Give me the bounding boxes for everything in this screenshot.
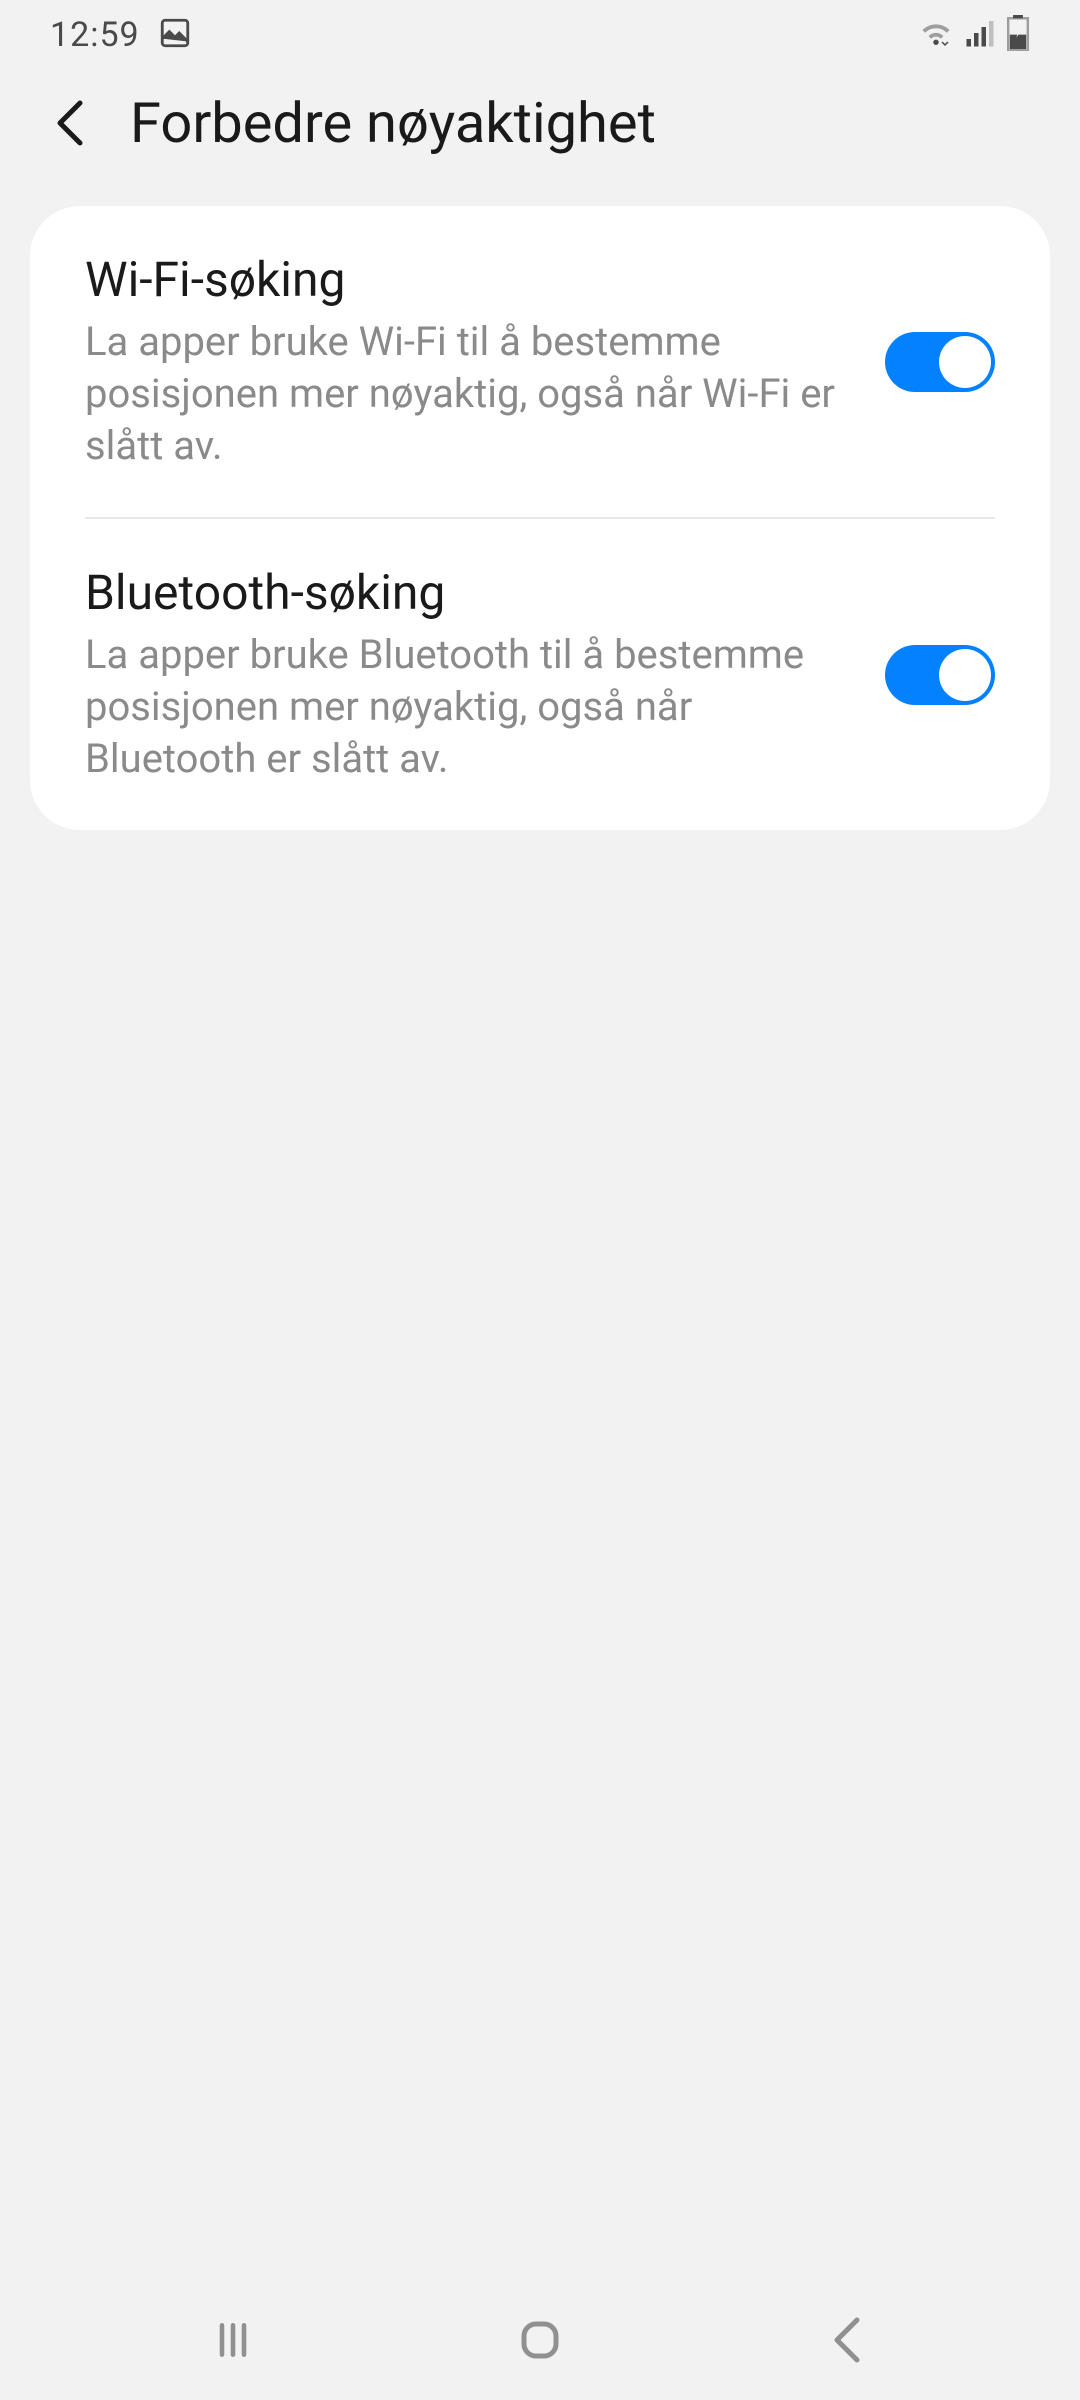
setting-description: La apper bruke Wi-Fi til å bestemme posi… bbox=[85, 316, 845, 472]
home-button[interactable] bbox=[510, 2310, 570, 2370]
back-button[interactable] bbox=[50, 103, 90, 143]
toggle-thumb bbox=[939, 649, 991, 701]
toggle-thumb bbox=[939, 336, 991, 388]
setting-text: Wi-Fi-søking La apper bruke Wi-Fi til å … bbox=[85, 251, 845, 472]
back-nav-button[interactable] bbox=[817, 2310, 877, 2370]
status-bar: 12:59 bbox=[0, 0, 1080, 70]
status-left: 12:59 bbox=[50, 15, 192, 55]
navigation-bar bbox=[0, 2280, 1080, 2400]
setting-title: Bluetooth-søking bbox=[85, 564, 845, 621]
header: Forbedre nøyaktighet bbox=[0, 70, 1080, 206]
page-title: Forbedre nøyaktighet bbox=[130, 90, 656, 156]
wifi-scanning-toggle[interactable] bbox=[885, 332, 995, 392]
picture-icon bbox=[158, 16, 192, 54]
setting-description: La apper bruke Bluetooth til å bestemme … bbox=[85, 629, 845, 785]
setting-title: Wi-Fi-søking bbox=[85, 251, 845, 308]
settings-card: Wi-Fi-søking La apper bruke Wi-Fi til å … bbox=[30, 206, 1050, 830]
wifi-scanning-setting[interactable]: Wi-Fi-søking La apper bruke Wi-Fi til å … bbox=[30, 206, 1050, 517]
status-time: 12:59 bbox=[50, 15, 140, 55]
bluetooth-scanning-setting[interactable]: Bluetooth-søking La apper bruke Bluetoot… bbox=[30, 519, 1050, 830]
battery-icon bbox=[1006, 15, 1030, 55]
bluetooth-scanning-toggle[interactable] bbox=[885, 645, 995, 705]
recents-button[interactable] bbox=[203, 2310, 263, 2370]
status-right bbox=[918, 15, 1030, 55]
wifi-icon bbox=[918, 18, 954, 52]
signal-icon bbox=[964, 18, 996, 52]
setting-text: Bluetooth-søking La apper bruke Bluetoot… bbox=[85, 564, 845, 785]
